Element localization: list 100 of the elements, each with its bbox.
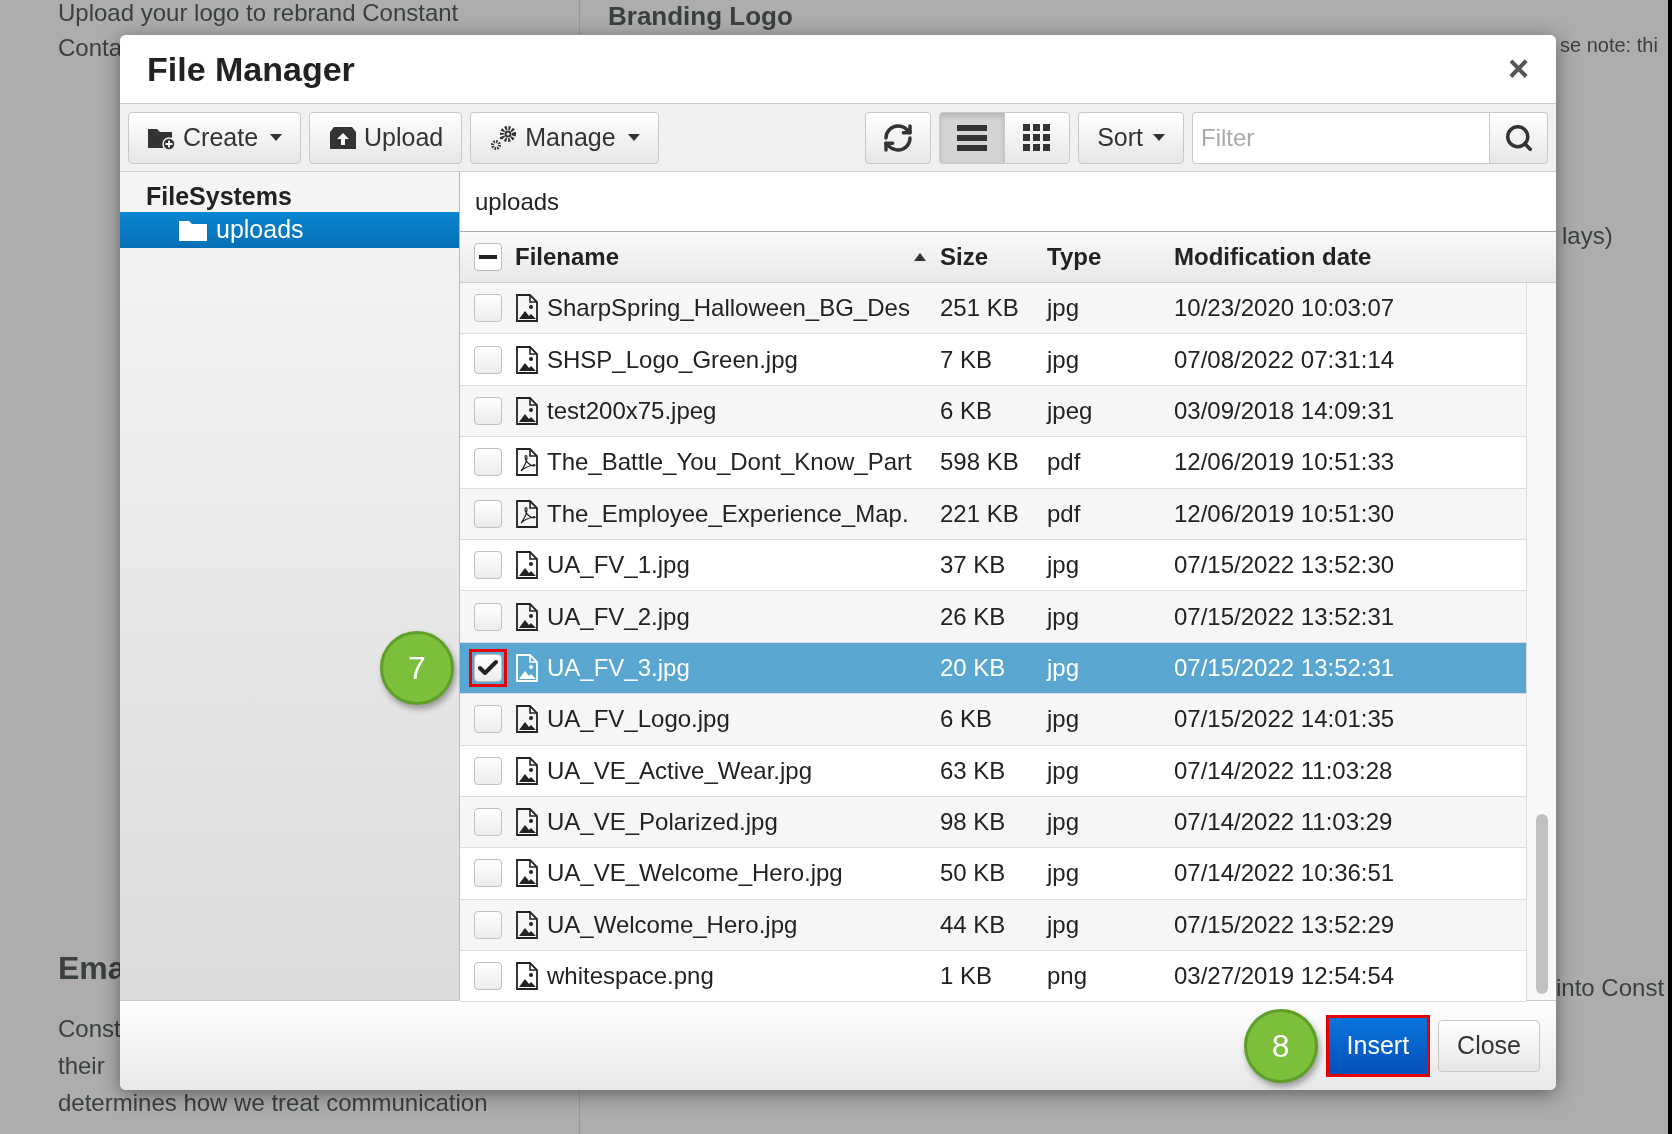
- file-date: 07/14/2022 10:36:51: [1174, 858, 1396, 889]
- page-text: Conta: [58, 33, 124, 63]
- file-row[interactable]: test200x75.jpeg 6 KB jpeg 03/09/2018 14:09:31: [460, 385, 1526, 438]
- sort-ascending-icon: [914, 253, 926, 261]
- file-date: 03/09/2018 14:09:31: [1174, 395, 1396, 426]
- file-name: UA_FV_3.jpg: [547, 652, 690, 683]
- page-text: into Const: [1556, 973, 1665, 1003]
- view-toggle[interactable]: [939, 111, 1006, 164]
- file-row[interactable]: The_Employee_Experience_Map. 221 KB pdf 12/06/2019 10:51:30: [460, 488, 1526, 540]
- column-header[interactable]: Modification date: [1174, 239, 1556, 275]
- toolbar-button[interactable]: Create: [128, 111, 302, 164]
- file-row[interactable]: UA_FV_Logo.jpg 6 KB jpg 07/15/2022 14:01:35: [460, 694, 1526, 746]
- caret-icon: [627, 134, 640, 141]
- image-file-icon: [515, 705, 539, 734]
- image-file-icon: [515, 602, 539, 631]
- tree-root-label: FileSystems: [145, 181, 293, 212]
- column-header[interactable]: Size: [940, 239, 1047, 275]
- step-badge: 8: [1243, 1008, 1318, 1083]
- image-file-icon: [515, 756, 539, 785]
- file-type: jpg: [1047, 293, 1081, 324]
- file-name: UA_FV_2.jpg: [547, 601, 690, 632]
- file-size: 26 KB: [940, 601, 1007, 632]
- file-type: png: [1047, 961, 1089, 992]
- file-date: 07/15/2022 13:52:30: [1174, 550, 1396, 581]
- page-text: determines how we treat communication: [58, 1088, 489, 1118]
- page-text: Upload your logo to rebrand Constant: [58, 0, 460, 28]
- file-size: 6 KB: [940, 395, 994, 426]
- file-name: test200x75.jpeg: [547, 395, 717, 426]
- file-type: jpg: [1047, 652, 1081, 683]
- file-date: 07/14/2022 11:03:28: [1174, 755, 1394, 786]
- page-text: Const: [58, 1014, 122, 1044]
- caret-icon: [270, 134, 283, 141]
- file-type: jpg: [1047, 704, 1081, 735]
- dialog-title: File Manager: [147, 48, 355, 90]
- file-date: 07/08/2022 07:31:14: [1174, 344, 1396, 375]
- toolbar-button[interactable]: Manage: [470, 111, 659, 164]
- file-date: 12/06/2019 10:51:33: [1174, 447, 1396, 478]
- file-type: jpg: [1047, 344, 1081, 375]
- file-size: 6 KB: [940, 704, 994, 735]
- view-toggle[interactable]: [1004, 111, 1071, 164]
- file-type: jpg: [1047, 807, 1081, 838]
- file-row[interactable]: UA_FV_2.jpg 26 KB jpg 07/15/2022 13:52:31: [460, 591, 1526, 643]
- select-all-checkbox[interactable]: [473, 243, 502, 271]
- file-size: 44 KB: [940, 909, 1007, 940]
- refresh-icon: [882, 121, 915, 154]
- file-date: 03/27/2019 12:54:54: [1174, 961, 1396, 992]
- image-file-icon: [515, 396, 539, 425]
- file-name: The_Employee_Experience_Map.: [547, 498, 909, 529]
- page-text: their: [58, 1051, 106, 1081]
- column-header[interactable]: Type: [1047, 239, 1174, 275]
- file-size: 7 KB: [940, 344, 994, 375]
- image-file-icon: [515, 345, 539, 374]
- file-name: whitespace.png: [547, 961, 714, 992]
- search-icon: [1503, 122, 1534, 153]
- file-date: 10/23/2020 10:03:07: [1174, 293, 1396, 324]
- file-name: SHSP_Logo_Green.jpg: [547, 344, 798, 375]
- search-button[interactable]: [1490, 111, 1548, 164]
- file-type: pdf: [1047, 498, 1082, 529]
- page-text: lays): [1562, 221, 1613, 251]
- file-size: 63 KB: [940, 755, 1007, 786]
- file-size: 98 KB: [940, 807, 1007, 838]
- upload-box-icon: [328, 124, 359, 151]
- scrollbar-thumb[interactable]: [1535, 814, 1548, 994]
- file-type: pdf: [1047, 447, 1082, 478]
- file-name: UA_Welcome_Hero.jpg: [547, 909, 798, 940]
- row-checkbox[interactable]: [468, 648, 507, 687]
- file-row[interactable]: SharpSpring_Halloween_BG_Des 251 KB jpg 10/23/2020 10:03:07: [460, 283, 1526, 335]
- file-type: jpg: [1047, 909, 1081, 940]
- file-type: jpg: [1047, 755, 1081, 786]
- image-file-icon: [515, 962, 539, 991]
- toolbar-button[interactable]: Upload: [309, 111, 463, 164]
- file-type: jpg: [1047, 858, 1081, 889]
- list-icon: [957, 123, 988, 152]
- file-name: UA_VE_Polarized.jpg: [547, 807, 778, 838]
- image-file-icon: [515, 551, 539, 580]
- minus-icon: [478, 255, 497, 259]
- close-button[interactable]: ×: [1507, 51, 1529, 87]
- file-size: 251 KB: [940, 293, 1020, 324]
- file-row[interactable]: UA_VE_Polarized.jpg 98 KB jpg 07/14/2022 11:03:29: [460, 796, 1526, 849]
- caret-icon: [1153, 134, 1165, 141]
- file-row[interactable]: UA_Welcome_Hero.jpg 44 KB jpg 07/15/2022 13:52:29: [460, 899, 1526, 952]
- file-size: 221 KB: [940, 498, 1020, 529]
- file-date: 07/15/2022 13:52:31: [1174, 652, 1396, 683]
- pdf-file-icon: [515, 499, 539, 528]
- close-dialog-button[interactable]: Close: [1438, 1019, 1540, 1072]
- tree-item[interactable]: uploads: [120, 212, 459, 248]
- file-size: 37 KB: [940, 550, 1007, 581]
- column-header[interactable]: Filename: [515, 239, 940, 275]
- image-file-icon: [515, 294, 539, 323]
- file-size: 1 KB: [940, 961, 994, 992]
- file-type: jpg: [1047, 550, 1081, 581]
- sort-button[interactable]: Sort: [1078, 111, 1184, 164]
- refresh-button[interactable]: [865, 111, 932, 164]
- pdf-file-icon: [515, 448, 539, 477]
- image-file-icon: [515, 910, 539, 939]
- file-date: 07/15/2022 14:01:35: [1174, 704, 1396, 735]
- insert-button[interactable]: Insert: [1325, 1014, 1431, 1077]
- filter-field[interactable]: Filter: [1192, 111, 1490, 164]
- file-name: UA_VE_Active_Wear.jpg: [547, 755, 813, 786]
- file-size: 20 KB: [940, 652, 1007, 683]
